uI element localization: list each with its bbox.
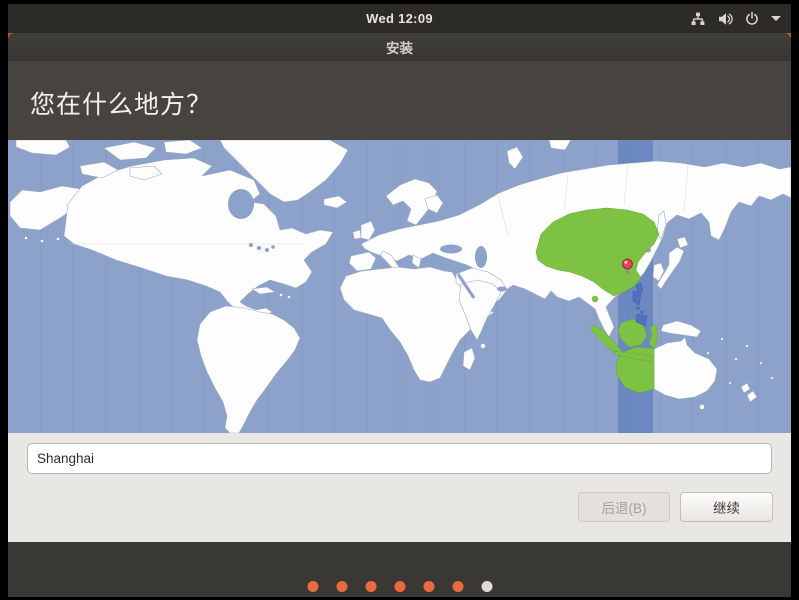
power-icon[interactable] (744, 11, 760, 27)
progress-dots (307, 581, 492, 592)
page-title: 您在什么地方？ (30, 85, 212, 121)
timezone-map[interactable] (8, 140, 791, 433)
chevron-down-icon[interactable] (771, 16, 781, 21)
progress-dot (423, 581, 434, 592)
progress-dot (452, 581, 463, 592)
heading-area: 您在什么地方？ (8, 61, 791, 140)
window-title: 安装 (386, 37, 413, 57)
clock[interactable]: Wed 12:09 (8, 4, 791, 33)
system-tray[interactable] (690, 4, 785, 33)
back-button[interactable]: 后退(B) (578, 492, 670, 522)
world-map[interactable] (8, 140, 791, 433)
screen: Wed 12:09 (0, 0, 799, 600)
progress-dot (336, 581, 347, 592)
volume-icon[interactable] (717, 11, 733, 27)
button-row: 后退(B) 继续 (578, 492, 773, 522)
timezone-input[interactable] (27, 443, 772, 474)
progress-dot (481, 581, 492, 592)
progress-dot (365, 581, 376, 592)
network-icon[interactable] (690, 11, 706, 27)
window-titlebar[interactable]: 安装 (8, 33, 791, 61)
progress-dot (307, 581, 318, 592)
form-area: 后退(B) 继续 (8, 433, 791, 542)
progress-dot (394, 581, 405, 592)
bottom-strip (8, 542, 791, 597)
top-bar: Wed 12:09 (8, 4, 791, 33)
continue-button[interactable]: 继续 (680, 492, 773, 522)
